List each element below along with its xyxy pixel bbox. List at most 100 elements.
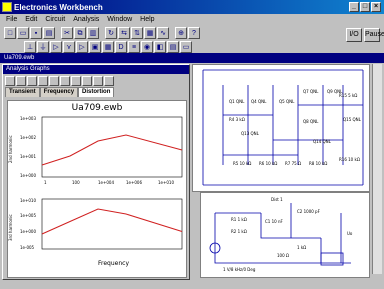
top-ytick-3: 1e+000 (20, 173, 36, 178)
transistor-q8[interactable]: Q8 QNL (303, 119, 319, 124)
graph-icon[interactable]: ∿ (157, 27, 169, 39)
subcircuit-svg: Dist 1 1 V/8 kHz/0 Deg R1 1 kΩ R2 1 kΩ C… (209, 197, 353, 272)
indicators-icon[interactable]: ◉ (141, 41, 153, 53)
diodes-icon[interactable]: ▷ (50, 41, 62, 53)
menu-help[interactable]: Help (140, 16, 154, 23)
panel-toolbar (3, 74, 189, 87)
resistor-r6[interactable]: R6 10 kΩ (259, 161, 277, 166)
top-ylabel: 2nd harmonic (8, 135, 13, 163)
close-button[interactable]: × (371, 2, 381, 12)
print-icon[interactable]: ▤ (43, 27, 55, 39)
distortion-plot: Ua709.ewb 2nd harmonic 1e+003 1e+002 1e+… (7, 100, 187, 278)
bottom-ylabel: 3rd harmonic (8, 214, 13, 241)
top-ytick-1: 1e+002 (20, 135, 36, 140)
plot-svg: 2nd harmonic 1e+003 1e+002 1e+001 1e+000… (8, 116, 183, 267)
part-c1[interactable]: C1 10 nF (265, 219, 284, 224)
top-plot-frame (41, 116, 183, 178)
zoom-icon[interactable]: ⊕ (175, 27, 187, 39)
transistor-q1[interactable]: Q1 QNL (229, 99, 245, 104)
digital-ic-icon[interactable]: ▦ (102, 41, 114, 53)
cursor-icon[interactable] (82, 75, 92, 86)
controls-icon[interactable]: ◧ (154, 41, 166, 53)
transistor-q15[interactable]: Q15 QNL (343, 117, 362, 122)
analog-ic-icon[interactable]: ▷ (76, 41, 88, 53)
new-file-icon[interactable]: □ (4, 27, 16, 39)
transistor-q14[interactable]: Q14 QNL (313, 139, 332, 144)
flip-h-icon[interactable]: ⇆ (118, 27, 130, 39)
transistor-q13[interactable]: Q13 QNL (241, 131, 260, 136)
rotate-icon[interactable]: ↻ (105, 27, 117, 39)
part-r4[interactable]: 100 Ω (277, 253, 289, 258)
top-ytick-2: 1e+001 (20, 154, 36, 159)
zoom-icon[interactable] (93, 75, 103, 86)
tab-distortion[interactable]: Distortion (78, 87, 115, 97)
open-icon[interactable] (16, 75, 26, 86)
document-titlebar: Ua709.ewb (0, 53, 384, 63)
part-r3[interactable]: 1 kΩ (297, 245, 306, 250)
copy-icon[interactable]: ⧉ (74, 27, 86, 39)
menu-circuit[interactable]: Circuit (45, 16, 65, 23)
top-xtick-2: 1e+004 (98, 180, 114, 185)
part-r1[interactable]: R1 1 kΩ (231, 217, 247, 222)
tab-transient[interactable]: Transient (5, 87, 40, 97)
basic-icon[interactable]: ⏚ (37, 41, 49, 53)
resistor-r15[interactable]: R15 5 kΩ (339, 93, 357, 98)
sources-icon[interactable]: ⊥ (24, 41, 36, 53)
subcircuit-icon[interactable]: ▦ (144, 27, 156, 39)
paste-icon[interactable]: ▥ (87, 27, 99, 39)
maximize-button[interactable]: □ (360, 2, 370, 12)
subcircuit-title: Dist 1 (271, 197, 283, 202)
new-icon[interactable] (5, 75, 15, 86)
part-r2[interactable]: R2 1 kΩ (231, 229, 247, 234)
minimize-button[interactable]: _ (349, 2, 359, 12)
legend-icon[interactable] (71, 75, 81, 86)
resistor-r4[interactable]: R4 3 kΩ (229, 117, 245, 122)
resistor-r16[interactable]: R16 10 kΩ (339, 157, 360, 162)
open-file-icon[interactable]: ▭ (17, 27, 29, 39)
cut-icon[interactable]: ✂ (61, 27, 73, 39)
top-ytick-0: 1e+003 (20, 116, 36, 121)
print-icon[interactable] (49, 75, 59, 86)
tab-frequency[interactable]: Frequency (39, 87, 79, 97)
menu-edit[interactable]: Edit (25, 16, 37, 23)
window-title: Electronics Workbench (14, 2, 103, 12)
menu-file[interactable]: File (6, 16, 17, 23)
copy-icon[interactable] (38, 75, 48, 86)
top-xtick-1: 100 (72, 180, 80, 185)
transistor-q7[interactable]: Q7 QNL (303, 89, 319, 94)
misc-icon[interactable]: ▤ (167, 41, 179, 53)
vertical-scrollbar[interactable] (372, 64, 382, 274)
logic-gates-icon[interactable]: D (115, 41, 127, 53)
part-uo[interactable]: Uo (347, 231, 353, 236)
top-xtick-0: 1 (44, 180, 47, 185)
menu-analysis[interactable]: Analysis (73, 16, 99, 23)
part-c2[interactable]: C2 1000 pF (297, 209, 321, 214)
top-xtick-3: 1e+006 (126, 180, 142, 185)
transistor-q4[interactable]: Q4 QNL (251, 99, 267, 104)
save-icon[interactable]: ▪ (30, 27, 42, 39)
menu-window[interactable]: Window (107, 16, 132, 23)
properties-icon[interactable] (104, 75, 114, 86)
digital-icon[interactable]: ≡ (128, 41, 140, 53)
series-line-1-0 (41, 208, 183, 235)
instruments-icon[interactable]: ▭ (180, 41, 192, 53)
resistor-r5[interactable]: R5 10 kΩ (233, 161, 251, 166)
transistor-q5[interactable]: Q5 QNL (279, 99, 295, 104)
window-titlebar: Electronics Workbench _ □ × (0, 0, 384, 14)
schematic-svg: Q1 QNL Q4 QNL Q5 QNL Q7 QNL Q8 QNL Q9 QN… (202, 69, 364, 186)
transistors-icon[interactable]: ⋎ (63, 41, 75, 53)
flip-v-icon[interactable]: ⇅ (131, 27, 143, 39)
mixed-ic-icon[interactable]: ▣ (89, 41, 101, 53)
menu-bar: File Edit Circuit Analysis Window Help (0, 14, 384, 25)
series-line-0-0 (41, 134, 183, 166)
resistor-r8[interactable]: R8 10 kΩ (309, 161, 327, 166)
bottom-ytick-0: 1e+010 (20, 198, 36, 203)
save-icon[interactable] (27, 75, 37, 86)
schematic-main: Q1 QNL Q4 QNL Q5 QNL Q7 QNL Q8 QNL Q9 QN… (192, 64, 370, 192)
resistor-r7[interactable]: R7 75 Ω (285, 161, 301, 166)
wires-vertical (222, 85, 344, 165)
grid-icon[interactable] (60, 75, 70, 86)
help-icon[interactable]: ? (188, 27, 200, 39)
source-label[interactable]: 1 V/8 kHz/0 Deg (223, 267, 256, 272)
analysis-graphs-panel: Analysis Graphs Transient Frequency Dist… (2, 64, 190, 280)
